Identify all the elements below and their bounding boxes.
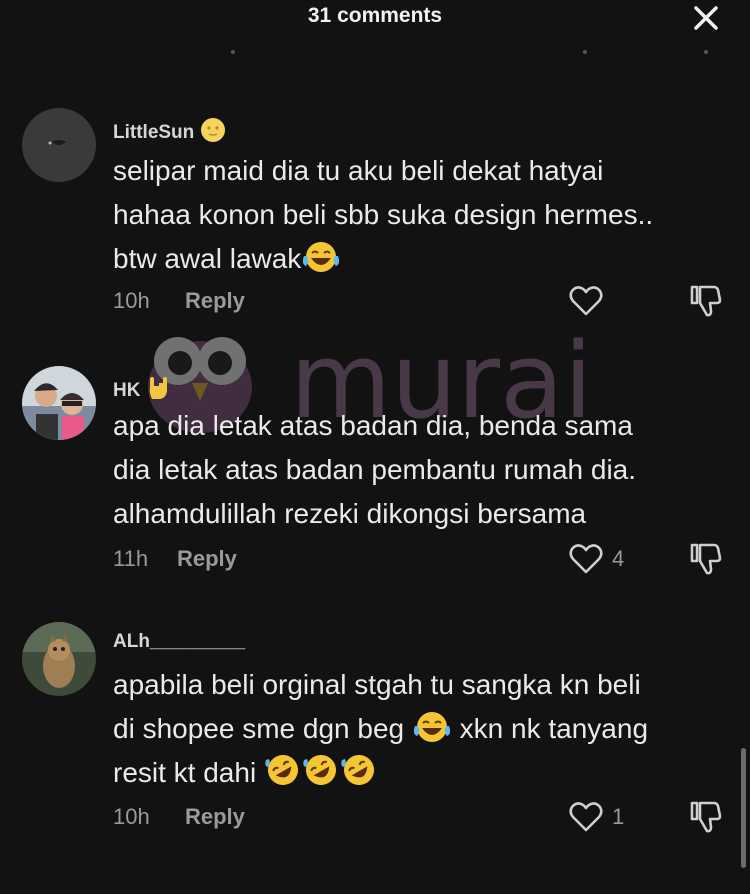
comment-line: selipar maid dia tu aku beli dekat hatya…: [113, 155, 604, 186]
like-heart-icon[interactable]: [568, 799, 604, 835]
rolling-laughing-emoji-icon: [341, 755, 374, 785]
rofl-emoji-group: [264, 755, 378, 788]
like-count: 1: [612, 804, 625, 829]
comment-time: 11h: [113, 546, 149, 571]
comment-text: apabila beli orginal stgah tu sangka kn …: [113, 663, 733, 795]
comment-line: dia letak atas badan pembantu rumah dia.: [113, 454, 637, 485]
scrollbar[interactable]: [741, 748, 746, 868]
like-heart-icon[interactable]: [568, 541, 604, 577]
comment-item: HK apa dia letak atas badan dia, benda s…: [0, 366, 750, 586]
comment-username[interactable]: HK: [113, 375, 170, 402]
like-heart-icon[interactable]: [568, 283, 604, 319]
comment-username[interactable]: LittleSun: [113, 117, 226, 144]
comment-line: apabila beli orginal stgah tu sangka kn …: [113, 669, 641, 700]
avatar[interactable]: [22, 622, 96, 696]
reply-button[interactable]: Reply: [185, 288, 245, 314]
previous-comment-stub: [583, 50, 587, 54]
dislike-icon[interactable]: [688, 283, 722, 319]
comments-header: 31 comments: [0, 0, 750, 34]
comment-line: hahaa konon beli sbb suka design hermes.…: [113, 199, 654, 230]
comment-line: di shopee sme dgn beg xkn nk tanyang: [113, 707, 733, 751]
comments-count-title: 31 comments: [307, 4, 443, 27]
comment-line: btw awal lawak: [113, 237, 733, 281]
reply-button[interactable]: Reply: [177, 546, 237, 572]
comment-item: ALh_________ apabila beli orginal stgah …: [0, 622, 750, 842]
like-count: 4: [612, 546, 625, 571]
comment-line: alhamdulillah rezeki dikongsi bersama: [113, 498, 587, 529]
previous-comment-stub: [231, 50, 235, 54]
avatar[interactable]: [22, 108, 96, 182]
tears-of-joy-emoji-icon: [303, 242, 340, 272]
comment-username[interactable]: ALh_________: [113, 631, 245, 653]
reply-button[interactable]: Reply: [185, 804, 245, 830]
comment-text: selipar maid dia tu aku beli dekat hatya…: [113, 149, 733, 281]
tears-of-joy-emoji-icon: [413, 712, 451, 742]
dislike-icon[interactable]: [688, 799, 722, 835]
sun-face-emoji-icon: [200, 118, 225, 142]
comment-item: LittleSun selipar maid dia tu aku beli d…: [0, 108, 750, 328]
comment-line: resit kt dahi: [113, 751, 733, 795]
comment-line: apa dia letak atas badan dia, benda sama: [113, 410, 633, 441]
avatar[interactable]: [22, 366, 96, 440]
comment-time: 10h: [113, 804, 150, 829]
close-icon[interactable]: [692, 4, 720, 32]
rolling-laughing-emoji-icon: [265, 755, 298, 785]
rock-hand-emoji-icon: [149, 377, 167, 399]
comment-text: apa dia letak atas badan dia, benda sama…: [113, 404, 733, 536]
previous-comment-stub: [704, 50, 708, 54]
rolling-laughing-emoji-icon: [303, 755, 336, 785]
dislike-icon[interactable]: [688, 541, 722, 577]
comment-time: 10h: [113, 288, 150, 313]
